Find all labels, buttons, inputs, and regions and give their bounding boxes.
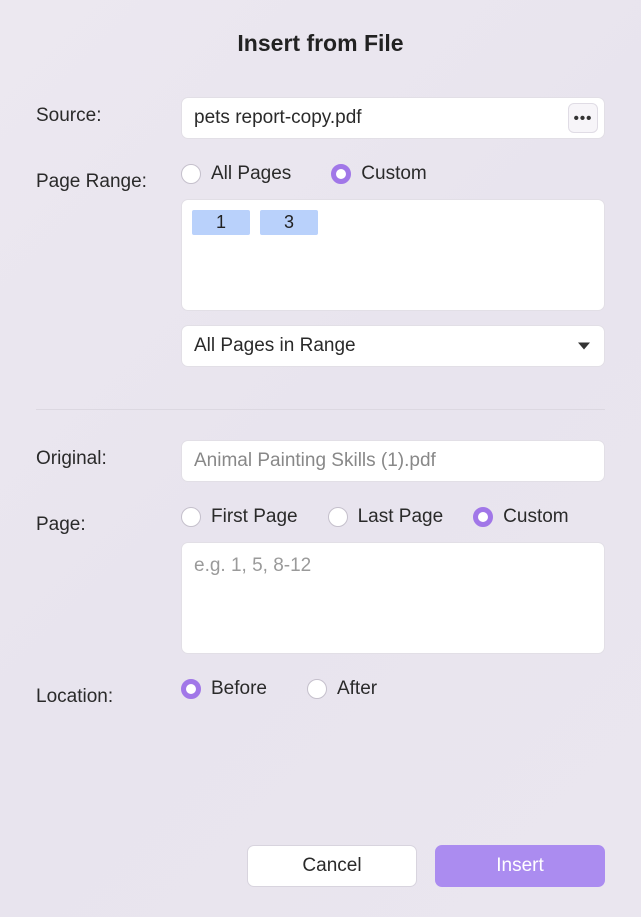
button-row: Cancel Insert — [36, 825, 605, 887]
cancel-button[interactable]: Cancel — [247, 845, 417, 887]
original-value: Animal Painting Skills (1).pdf — [194, 450, 436, 472]
source-row: Source: pets report-copy.pdf ••• — [36, 97, 605, 139]
radio-icon — [328, 507, 348, 527]
location-after-label: After — [337, 678, 377, 700]
page-range-custom-label: Custom — [361, 163, 426, 185]
more-icon[interactable]: ••• — [568, 103, 598, 133]
source-label: Source: — [36, 97, 181, 127]
page-custom-label: Custom — [503, 506, 568, 528]
page-range-input[interactable]: 1 3 — [181, 199, 605, 311]
radio-icon — [181, 679, 201, 699]
location-before-label: Before — [211, 678, 267, 700]
divider — [36, 409, 605, 410]
page-first-option[interactable]: First Page — [181, 506, 298, 528]
insert-button[interactable]: Insert — [435, 845, 605, 887]
radio-icon — [181, 164, 201, 184]
location-radio-group: Before After — [181, 678, 605, 700]
location-label: Location: — [36, 678, 181, 708]
dialog-title: Insert from File — [36, 30, 605, 57]
radio-icon — [307, 679, 327, 699]
location-after-option[interactable]: After — [307, 678, 377, 700]
radio-icon — [331, 164, 351, 184]
chevron-down-icon — [578, 343, 590, 350]
radio-icon — [181, 507, 201, 527]
page-custom-input[interactable] — [181, 542, 605, 654]
original-row: Original: Animal Painting Skills (1).pdf — [36, 440, 605, 482]
source-value: pets report-copy.pdf — [194, 107, 362, 129]
page-chip[interactable]: 3 — [260, 210, 318, 235]
page-first-label: First Page — [211, 506, 298, 528]
original-label: Original: — [36, 440, 181, 470]
page-range-label: Page Range: — [36, 163, 181, 193]
page-label: Page: — [36, 506, 181, 536]
page-range-custom-option[interactable]: Custom — [331, 163, 426, 185]
page-last-label: Last Page — [358, 506, 444, 528]
source-input[interactable]: pets report-copy.pdf ••• — [181, 97, 605, 139]
page-chip[interactable]: 1 — [192, 210, 250, 235]
page-range-radio-group: All Pages Custom — [181, 163, 605, 185]
page-range-filter-value: All Pages in Range — [194, 335, 356, 357]
page-range-all-option[interactable]: All Pages — [181, 163, 291, 185]
location-before-option[interactable]: Before — [181, 678, 267, 700]
page-range-filter-select[interactable]: All Pages in Range — [181, 325, 605, 367]
location-row: Location: Before After — [36, 678, 605, 708]
page-range-all-label: All Pages — [211, 163, 291, 185]
page-radio-group: First Page Last Page Custom — [181, 506, 605, 528]
page-last-option[interactable]: Last Page — [328, 506, 444, 528]
page-range-row: Page Range: All Pages Custom 1 3 All Pag… — [36, 163, 605, 367]
original-input: Animal Painting Skills (1).pdf — [181, 440, 605, 482]
page-custom-option[interactable]: Custom — [473, 506, 568, 528]
page-row: Page: First Page Last Page Custom — [36, 506, 605, 654]
radio-icon — [473, 507, 493, 527]
